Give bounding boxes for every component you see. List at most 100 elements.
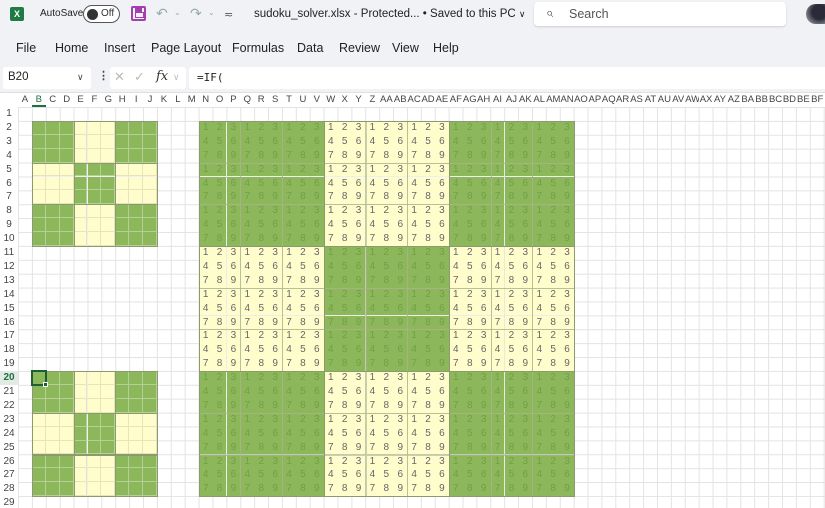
candidate-cell[interactable]: 1 bbox=[407, 162, 422, 177]
excel-icon[interactable]: X bbox=[10, 7, 24, 21]
candidate-cell[interactable]: 3 bbox=[351, 371, 366, 385]
candidate-cell[interactable]: 6 bbox=[309, 343, 324, 358]
candidate-cell[interactable]: 3 bbox=[560, 371, 574, 385]
candidate-cell[interactable]: 1 bbox=[448, 412, 463, 427]
candidate-cell[interactable]: 3 bbox=[393, 204, 408, 219]
candidate-cell[interactable]: 3 bbox=[518, 329, 533, 344]
candidate-cell[interactable]: 7 bbox=[240, 232, 255, 246]
solution-grid-cell[interactable] bbox=[115, 426, 130, 441]
candidate-cell[interactable]: 7 bbox=[532, 398, 547, 413]
candidate-cell[interactable]: 6 bbox=[518, 343, 533, 358]
candidate-cell[interactable]: 4 bbox=[240, 176, 255, 191]
candidate-cell[interactable]: 8 bbox=[504, 315, 519, 330]
candidate-cell[interactable]: 3 bbox=[560, 287, 574, 302]
input-grid-cell[interactable] bbox=[129, 120, 144, 135]
candidate-cell[interactable]: 1 bbox=[323, 204, 338, 219]
candidate-cell[interactable]: 5 bbox=[254, 176, 269, 191]
cancel-icon[interactable]: ✕ bbox=[114, 69, 125, 85]
candidate-cell[interactable]: 4 bbox=[407, 259, 422, 274]
redo-icon[interactable]: ↷ bbox=[190, 5, 202, 22]
candidate-cell[interactable]: 8 bbox=[212, 148, 227, 163]
input-grid-cell[interactable] bbox=[45, 190, 60, 205]
candidate-cell[interactable]: 5 bbox=[296, 468, 310, 483]
candidate-cell[interactable]: 7 bbox=[407, 440, 422, 455]
candidate-cell[interactable]: 7 bbox=[365, 482, 380, 497]
candidate-cell[interactable]: 3 bbox=[309, 162, 324, 177]
input-grid-cell[interactable] bbox=[45, 204, 60, 219]
input-grid-cell[interactable] bbox=[45, 120, 60, 135]
undo-icon[interactable]: ↶ bbox=[156, 5, 168, 22]
candidate-cell[interactable]: 5 bbox=[379, 426, 394, 441]
candidate-cell[interactable]: 5 bbox=[212, 468, 227, 483]
candidate-cell[interactable]: 2 bbox=[212, 162, 227, 177]
candidate-cell[interactable]: 7 bbox=[448, 398, 463, 413]
candidate-cell[interactable]: 8 bbox=[504, 273, 519, 288]
candidate-cell[interactable]: 6 bbox=[351, 301, 366, 316]
candidate-cell[interactable]: 6 bbox=[309, 259, 324, 274]
candidate-cell[interactable]: 9 bbox=[393, 357, 408, 372]
candidate-cell[interactable]: 1 bbox=[532, 287, 547, 302]
candidate-cell[interactable]: 8 bbox=[296, 357, 310, 372]
customize-toolbar-icon[interactable]: ≂ bbox=[224, 8, 233, 21]
candidate-cell[interactable]: 9 bbox=[560, 315, 574, 330]
candidate-cell[interactable]: 2 bbox=[212, 204, 227, 219]
candidate-cell[interactable]: 3 bbox=[518, 454, 533, 469]
candidate-cell[interactable]: 1 bbox=[240, 246, 255, 260]
input-grid-cell[interactable] bbox=[115, 134, 130, 149]
row-header-7[interactable]: 7 bbox=[0, 190, 18, 204]
column-header-x[interactable]: X bbox=[338, 93, 352, 107]
candidate-cell[interactable]: 2 bbox=[296, 204, 310, 219]
candidate-cell[interactable]: 9 bbox=[393, 440, 408, 455]
candidate-cell[interactable]: 5 bbox=[212, 259, 227, 274]
candidate-cell[interactable]: 7 bbox=[490, 273, 505, 288]
undo-dropdown-icon[interactable]: ⌄ bbox=[174, 8, 181, 17]
candidate-cell[interactable]: 1 bbox=[323, 412, 338, 427]
candidate-cell[interactable]: 9 bbox=[309, 232, 324, 246]
input-grid-cell[interactable] bbox=[73, 148, 88, 163]
candidate-cell[interactable]: 7 bbox=[448, 440, 463, 455]
solution-grid-cell[interactable] bbox=[59, 440, 74, 455]
candidate-cell[interactable]: 4 bbox=[532, 176, 547, 191]
candidate-cell[interactable]: 6 bbox=[351, 426, 366, 441]
input-grid-cell[interactable] bbox=[87, 120, 102, 135]
solution-grid-cell[interactable] bbox=[59, 454, 74, 469]
candidate-cell[interactable]: 1 bbox=[532, 246, 547, 260]
candidate-cell[interactable]: 6 bbox=[393, 426, 408, 441]
candidate-cell[interactable]: 5 bbox=[462, 134, 477, 149]
candidate-cell[interactable]: 4 bbox=[323, 468, 338, 483]
column-header-aq[interactable]: AQ bbox=[602, 93, 616, 107]
candidate-cell[interactable]: 4 bbox=[282, 468, 296, 483]
candidate-cell[interactable]: 8 bbox=[337, 190, 352, 205]
input-grid-cell[interactable] bbox=[59, 120, 74, 135]
candidate-cell[interactable]: 5 bbox=[337, 259, 352, 274]
enter-icon[interactable]: ✓ bbox=[134, 69, 145, 85]
solution-grid-cell[interactable] bbox=[101, 412, 116, 427]
candidate-cell[interactable]: 3 bbox=[435, 371, 449, 385]
candidate-cell[interactable]: 7 bbox=[365, 398, 380, 413]
candidate-cell[interactable]: 8 bbox=[296, 315, 310, 330]
candidate-cell[interactable]: 9 bbox=[268, 273, 283, 288]
row-header-15[interactable]: 15 bbox=[0, 302, 18, 316]
column-header-bc[interactable]: BC bbox=[769, 93, 783, 107]
column-header-aa[interactable]: AA bbox=[379, 93, 393, 107]
candidate-cell[interactable]: 8 bbox=[462, 482, 477, 497]
candidate-cell[interactable]: 8 bbox=[254, 232, 269, 246]
candidate-cell[interactable]: 2 bbox=[546, 287, 561, 302]
candidate-cell[interactable]: 4 bbox=[532, 468, 547, 483]
input-grid-cell[interactable] bbox=[129, 204, 144, 219]
candidate-cell[interactable]: 9 bbox=[309, 482, 324, 497]
candidate-cell[interactable]: 1 bbox=[198, 454, 213, 469]
candidate-cell[interactable]: 7 bbox=[365, 357, 380, 372]
candidate-cell[interactable]: 6 bbox=[268, 259, 283, 274]
candidate-cell[interactable]: 5 bbox=[462, 301, 477, 316]
input-grid-cell[interactable] bbox=[73, 204, 88, 219]
candidate-cell[interactable]: 8 bbox=[462, 232, 477, 246]
candidate-cell[interactable]: 7 bbox=[198, 232, 213, 246]
candidate-cell[interactable]: 4 bbox=[323, 426, 338, 441]
input-grid-cell[interactable] bbox=[31, 176, 46, 191]
candidate-cell[interactable]: 3 bbox=[518, 162, 533, 177]
candidate-cell[interactable]: 6 bbox=[351, 468, 366, 483]
column-header-ac[interactable]: AC bbox=[407, 93, 421, 107]
candidate-cell[interactable]: 8 bbox=[254, 440, 269, 455]
candidate-cell[interactable]: 8 bbox=[546, 482, 561, 497]
